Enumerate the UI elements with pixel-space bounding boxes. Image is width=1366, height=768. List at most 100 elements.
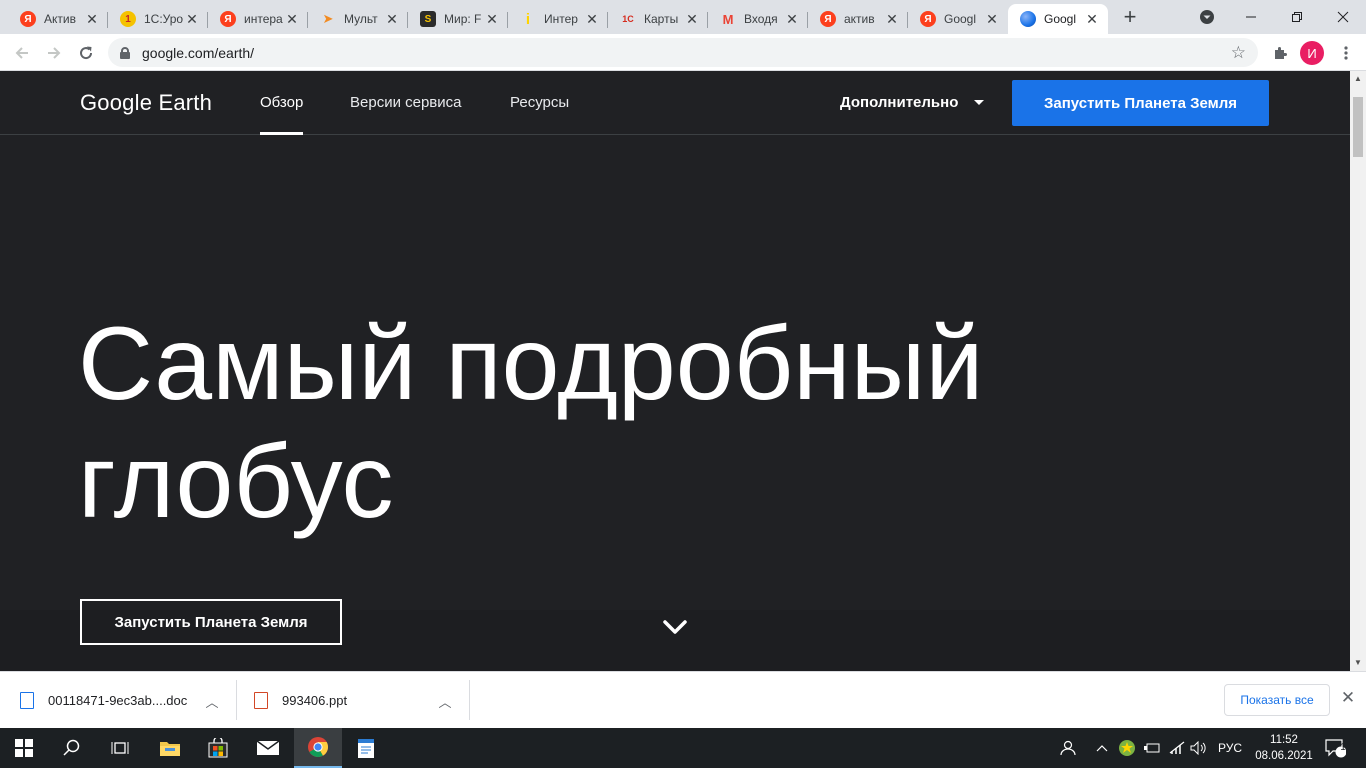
more-vert-icon xyxy=(1344,46,1348,60)
chevron-up-icon[interactable]: ︿ xyxy=(435,692,455,711)
speaker-icon xyxy=(1190,741,1206,755)
back-button[interactable] xyxy=(9,40,35,66)
notepad-button[interactable] xyxy=(342,728,390,768)
info-icon: i xyxy=(525,10,531,28)
store-button[interactable] xyxy=(194,728,242,768)
launch-earth-button[interactable]: Запустить Планета Земля xyxy=(1012,80,1269,126)
gmail-icon: M xyxy=(722,11,734,27)
browser-tab[interactable]: Я интера ✕ xyxy=(208,4,308,34)
search-button[interactable] xyxy=(48,728,96,768)
close-icon[interactable]: ✕ xyxy=(684,11,700,28)
page-content: Google Earth Обзор Версии сервиса Ресурс… xyxy=(0,71,1350,671)
chevron-down-circle-icon xyxy=(1200,10,1214,24)
chrome-taskbar-button[interactable] xyxy=(294,728,342,768)
mail-button[interactable] xyxy=(244,728,292,768)
system-clock[interactable]: 11:52 08.06.2021 xyxy=(1252,732,1316,764)
close-icon[interactable]: ✕ xyxy=(984,11,1000,28)
windows-taskbar: РУС 11:52 08.06.2021 1 xyxy=(0,728,1366,768)
close-icon[interactable]: ✕ xyxy=(484,11,500,28)
address-bar[interactable]: google.com/earth/ ☆ xyxy=(108,38,1258,67)
app-tray-icon[interactable] xyxy=(1118,728,1136,768)
star-icon[interactable]: ☆ xyxy=(1231,43,1246,63)
launch-earth-hero-button[interactable]: Запустить Планета Земля xyxy=(80,599,342,645)
browser-tab[interactable]: Я Googl ✕ xyxy=(908,4,1008,34)
lock-icon xyxy=(120,46,130,59)
tab-strip: Я Актив ✕ 1 1С:Уро ✕ Я интера ✕ ➤ Мульт … xyxy=(0,0,1366,34)
scroll-down-arrow[interactable]: ▼ xyxy=(1350,655,1366,671)
store-icon xyxy=(208,738,228,758)
minimize-button[interactable] xyxy=(1228,0,1274,34)
close-icon[interactable]: ✕ xyxy=(1084,11,1100,28)
close-icon[interactable]: ✕ xyxy=(384,11,400,28)
profile-avatar[interactable]: И xyxy=(1300,41,1324,65)
nav-resources[interactable]: Ресурсы xyxy=(510,94,569,111)
reload-button[interactable] xyxy=(73,40,99,66)
show-all-downloads-button[interactable]: Показать все xyxy=(1224,684,1330,716)
green-shield-icon xyxy=(1119,740,1135,756)
wifi-signal-icon xyxy=(1169,741,1185,754)
hero-title: Самый подробный глобус xyxy=(78,305,1078,541)
forward-button[interactable] xyxy=(41,40,67,66)
restore-button[interactable] xyxy=(1274,0,1320,34)
close-icon[interactable]: ✕ xyxy=(84,11,100,28)
nav-overview[interactable]: Обзор xyxy=(260,94,304,135)
nav-versions[interactable]: Версии сервиса xyxy=(350,94,462,111)
download-filename: 00118471-9ec3ab....doc xyxy=(48,692,188,708)
divider xyxy=(469,680,470,720)
menu-button[interactable] xyxy=(1333,40,1359,66)
browser-tab[interactable]: M Входя ✕ xyxy=(708,4,808,34)
tab-search-button[interactable] xyxy=(1184,0,1230,34)
page-scrollbar[interactable]: ▲ ▼ xyxy=(1350,71,1366,671)
scroll-thumb[interactable] xyxy=(1353,97,1363,157)
download-item[interactable]: 00118471-9ec3ab....doc xyxy=(20,672,187,728)
extensions-button[interactable] xyxy=(1267,40,1293,66)
site-header: Google Earth Обзор Версии сервиса Ресурс… xyxy=(0,71,1350,135)
hero-line-2: глобус xyxy=(78,424,394,540)
chevron-up-icon[interactable] xyxy=(1096,728,1108,768)
hero-line-1: Самый подробный xyxy=(78,306,984,422)
close-icon[interactable]: ✕ xyxy=(584,11,600,28)
close-icon[interactable]: ✕ xyxy=(884,11,900,28)
google-earth-logo[interactable]: Google Earth xyxy=(80,90,212,116)
volume-icon[interactable] xyxy=(1190,728,1208,768)
mir-icon: S xyxy=(420,11,436,27)
task-view-button[interactable] xyxy=(96,728,144,768)
windows-icon xyxy=(15,739,33,757)
close-icon xyxy=(1337,11,1349,23)
browser-tab[interactable]: 1 1С:Уро ✕ xyxy=(108,4,208,34)
browser-tab[interactable]: Я Актив ✕ xyxy=(8,4,108,34)
notifications-button[interactable]: 1 xyxy=(1324,728,1346,768)
close-icon[interactable]: ✕ xyxy=(184,11,200,28)
close-icon[interactable]: ✕ xyxy=(784,11,800,28)
download-item[interactable]: 993406.ppt xyxy=(254,672,347,728)
browser-tab[interactable]: S Мир: F ✕ xyxy=(408,4,508,34)
browser-tab[interactable]: Я актив ✕ xyxy=(808,4,908,34)
people-icon[interactable] xyxy=(1058,728,1076,768)
scroll-up-arrow[interactable]: ▲ xyxy=(1350,71,1366,87)
browser-tab-active[interactable]: Googl ✕ xyxy=(1008,4,1108,34)
browser-tab[interactable]: i Интер ✕ xyxy=(508,4,608,34)
browser-tab[interactable]: 1С Карты ✕ xyxy=(608,4,708,34)
chevron-up-icon[interactable]: ︿ xyxy=(202,692,222,711)
browser-toolbar: google.com/earth/ ☆ И xyxy=(0,34,1366,71)
chevron-down-icon[interactable] xyxy=(662,618,688,636)
show-hidden-icons xyxy=(1096,745,1108,752)
tab-title: Входя xyxy=(744,12,778,26)
start-button[interactable] xyxy=(0,728,48,768)
file-explorer-button[interactable] xyxy=(146,728,194,768)
more-dropdown[interactable]: Дополнительно xyxy=(840,94,985,111)
tab-title: актив xyxy=(844,12,875,26)
chrome-icon xyxy=(308,737,328,757)
puzzle-icon xyxy=(1275,47,1287,59)
new-tab-button[interactable]: + xyxy=(1118,6,1142,30)
close-window-button[interactable] xyxy=(1320,0,1366,34)
close-icon[interactable]: ✕ xyxy=(1338,688,1358,708)
battery-icon[interactable] xyxy=(1143,728,1161,768)
wifi-icon[interactable] xyxy=(1168,728,1186,768)
close-icon[interactable]: ✕ xyxy=(284,11,300,28)
tab-title: интера xyxy=(244,12,283,26)
language-indicator[interactable]: РУС xyxy=(1218,728,1242,768)
download-filename: 993406.ppt xyxy=(282,692,348,708)
restore-icon xyxy=(1292,12,1302,22)
browser-tab[interactable]: ➤ Мульт ✕ xyxy=(308,4,408,34)
